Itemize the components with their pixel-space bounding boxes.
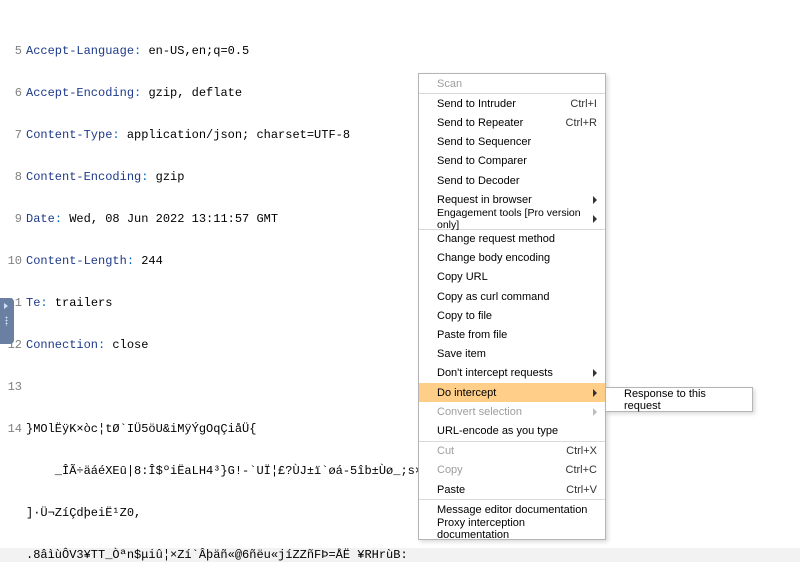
chevron-right-icon — [593, 215, 597, 223]
line-code: }MOlËÿK×òc¦tØ`IÜ5öU&iMÿÝgOqÇiåÜ{ — [26, 422, 256, 436]
menu-item-cut[interactable]: CutCtrl+X — [419, 442, 605, 461]
line-number: 5 — [0, 44, 26, 58]
context-submenu-do-intercept: Response to this request — [605, 387, 753, 412]
menu-item-copy[interactable]: CopyCtrl+C — [419, 461, 605, 480]
menu-item-send-repeater[interactable]: Send to RepeaterCtrl+R — [419, 113, 605, 132]
menu-item-scan[interactable]: Scan — [419, 74, 605, 93]
editor-line-highlighted: .8âìùÔV3¥TT_Òªn$μiû¦×Zí`Âþäñ«@6ñëu«jíZZñ… — [0, 548, 800, 562]
menu-item-dont-intercept[interactable]: Don't intercept requests — [419, 364, 605, 383]
menu-item-response-to-this-request[interactable]: Response to this request — [606, 388, 752, 411]
menu-item-do-intercept[interactable]: Do intercept — [419, 383, 605, 402]
menu-item-proxy-docs[interactable]: Proxy interception documentation — [419, 519, 605, 538]
menu-item-send-decoder[interactable]: Send to Decoder — [419, 171, 605, 190]
editor-line: 11Te: trailers — [0, 296, 800, 310]
shortcut-label: Ctrl+C — [566, 464, 597, 476]
menu-item-change-body-encoding[interactable]: Change body encoding — [419, 249, 605, 268]
line-code: Date: Wed, 08 Jun 2022 13:11:57 GMT — [26, 212, 278, 226]
context-menu: Scan Send to IntruderCtrl+I Send to Repe… — [418, 73, 606, 540]
http-message-editor[interactable]: 5Accept-Language: en-US,en;q=0.5 6Accept… — [0, 0, 800, 576]
line-number: 14 — [0, 422, 26, 436]
line-code: Content-Type: application/json; charset=… — [26, 128, 350, 142]
line-number: 8 — [0, 170, 26, 184]
editor-line: 9Date: Wed, 08 Jun 2022 13:11:57 GMT — [0, 212, 800, 226]
editor-line: 5Accept-Language: en-US,en;q=0.5 — [0, 44, 800, 58]
menu-item-send-sequencer[interactable]: Send to Sequencer — [419, 133, 605, 152]
menu-item-copy-curl[interactable]: Copy as curl command — [419, 287, 605, 306]
chevron-right-icon — [593, 369, 597, 377]
line-number: 9 — [0, 212, 26, 226]
line-code: Accept-Language: en-US,en;q=0.5 — [26, 44, 249, 58]
line-code: Te: trailers — [26, 296, 112, 310]
line-number: 6 — [0, 86, 26, 100]
chevron-right-icon — [4, 303, 8, 309]
chevron-right-icon — [593, 408, 597, 416]
editor-line: 12Connection: close — [0, 338, 800, 352]
side-panel-handle[interactable] — [0, 298, 14, 344]
line-code: Content-Length: 244 — [26, 254, 163, 268]
editor-line: 8Content-Encoding: gzip — [0, 170, 800, 184]
line-number: 13 — [0, 380, 26, 394]
shortcut-label: Ctrl+V — [566, 484, 597, 496]
shortcut-label: Ctrl+I — [570, 98, 597, 110]
line-code: .8âìùÔV3¥TT_Òªn$μiû¦×Zí`Âþäñ«@6ñëu«jíZZñ… — [26, 548, 408, 562]
editor-line: ]·Ü¬ZíÇdþeiË¹Z0, — [0, 506, 800, 520]
chevron-right-icon — [593, 389, 597, 397]
editor-line: 7Content-Type: application/json; charset… — [0, 128, 800, 142]
menu-item-paste-from-file[interactable]: Paste from file — [419, 325, 605, 344]
menu-item-copy-url[interactable]: Copy URL — [419, 268, 605, 287]
editor-line: 6Accept-Encoding: gzip, deflate — [0, 86, 800, 100]
editor-line: _ÎÃ÷äáéXEū|8:Î$ºiËaLH4³}G!-`UÏ¦£?ÙJ±ï`øá… — [0, 464, 800, 478]
menu-item-save-item[interactable]: Save item — [419, 345, 605, 364]
editor-line: 10Content-Length: 244 — [0, 254, 800, 268]
menu-item-send-comparer[interactable]: Send to Comparer — [419, 152, 605, 171]
line-code: Content-Encoding: gzip — [26, 170, 184, 184]
line-code: Accept-Encoding: gzip, deflate — [26, 86, 242, 100]
line-number: 10 — [0, 254, 26, 268]
menu-item-url-encode-as-you-type[interactable]: URL-encode as you type — [419, 421, 605, 440]
menu-item-copy-to-file[interactable]: Copy to file — [419, 306, 605, 325]
shortcut-label: Ctrl+R — [566, 117, 597, 129]
menu-item-engagement-tools[interactable]: Engagement tools [Pro version only] — [419, 209, 605, 228]
menu-item-change-request-method[interactable]: Change request method — [419, 230, 605, 249]
menu-item-convert-selection[interactable]: Convert selection — [419, 402, 605, 421]
line-number: 7 — [0, 128, 26, 142]
chevron-right-icon — [593, 196, 597, 204]
editor-line: 14}MOlËÿK×òc¦tØ`IÜ5öU&iMÿÝgOqÇiåÜ{ — [0, 422, 800, 436]
line-code: Connection: close — [26, 338, 148, 352]
menu-item-send-intruder[interactable]: Send to IntruderCtrl+I — [419, 94, 605, 113]
line-code: ]·Ü¬ZíÇdþeiË¹Z0, — [26, 506, 141, 520]
shortcut-label: Ctrl+X — [566, 445, 597, 457]
menu-item-paste[interactable]: PasteCtrl+V — [419, 480, 605, 499]
drag-handle-icon — [5, 316, 8, 326]
